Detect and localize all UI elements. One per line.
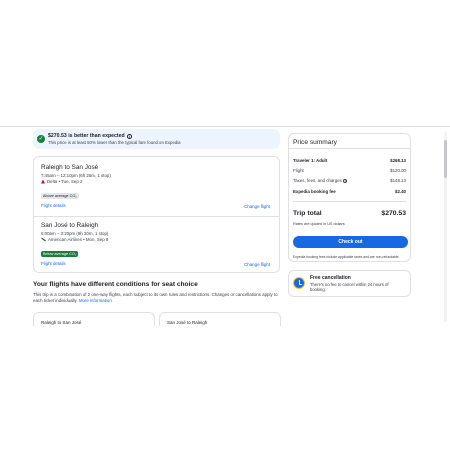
change-flight-link[interactable]: Change flight [244, 204, 270, 209]
co2-badge: Above average CO₂ [41, 193, 79, 199]
flight-segment-outbound: Raleigh to San José 7:45am – 12:10pm (6h… [41, 164, 111, 202]
segment-divider [34, 216, 279, 217]
airline-info: American Airlines • Mon, Sep 8 [41, 237, 108, 242]
co2-badge: Below average CO₂ [41, 251, 79, 257]
summary-row-booking-fee: Expedia booking fee $2.40 [293, 189, 406, 194]
flight-times: 6:00am – 3:20pm (9h 20m, 1 stop) [41, 231, 109, 236]
summary-divider [293, 201, 406, 202]
change-flight-link[interactable]: Change flight [244, 262, 270, 267]
row-value: $120.00 [390, 168, 406, 173]
airline-info: Delta • Tue, Sep 2 [41, 179, 111, 184]
rates-note: Rates are quoted in US dollars [293, 222, 345, 226]
flight-details-link[interactable]: Flight details [41, 203, 66, 208]
row-label: Taxes, fees, and charges [293, 178, 342, 183]
conditions-body: This trip is a combination of 2 one-way … [33, 292, 278, 304]
check-out-button[interactable]: Check out [293, 236, 408, 248]
price-insight-sub: This price is at least 50% lower than th… [48, 140, 181, 145]
row-label: Flight [293, 168, 304, 173]
clock-icon [293, 277, 305, 289]
conditions-text: This trip is a combination of 2 one-way … [33, 292, 283, 305]
conditions-card-label: Raleigh to San José [41, 320, 82, 325]
price-insight-banner: ✓ $270.53 is better than expected i This… [33, 129, 280, 149]
trip-total-label: Trip total [293, 210, 322, 217]
header-divider [0, 126, 450, 127]
conditions-card-return[interactable]: San José to Raleigh [159, 312, 281, 326]
scrollbar-thumb[interactable] [444, 140, 447, 178]
airline-date: American Airlines • Mon, Sep 8 [48, 237, 109, 242]
row-value: $268.13 [390, 158, 406, 163]
flights-card: Raleigh to San José 7:45am – 12:10pm (6h… [33, 156, 280, 273]
price-summary-title: Price summary [293, 139, 337, 146]
summary-row-flight: Flight $120.00 [293, 168, 406, 173]
info-icon[interactable]: i [342, 178, 348, 184]
price-insight-headline: $270.53 is better than expected [48, 133, 125, 139]
airline-date: Delta • Tue, Sep 2 [47, 179, 83, 184]
row-value: $148.13 [390, 178, 406, 183]
row-label: Expedia booking fee [293, 189, 336, 194]
conditions-card-outbound[interactable]: Raleigh to San José [33, 312, 155, 326]
american-airlines-logo-icon [41, 238, 46, 242]
flight-times: 7:45am – 12:10pm (6h 25m, 1 stop) [41, 173, 111, 178]
trip-total-value: $270.53 [381, 210, 406, 217]
summary-row-taxes: Taxes, fees, and charges i $148.13 [293, 178, 406, 184]
summary-row-traveler: Traveler 1: Adult $268.13 [293, 158, 406, 163]
row-label: Traveler 1: Adult [293, 158, 328, 163]
free-cancellation-card: Free cancellation There's no fee to canc… [288, 270, 411, 297]
summary-divider [289, 148, 410, 149]
check-circle-icon: ✓ [37, 135, 45, 143]
conditions-title: Your flights have different conditions f… [33, 281, 198, 288]
route-title: San José to Raleigh [41, 222, 99, 229]
conditions-card-label: San José to Raleigh [167, 320, 208, 325]
flight-segment-return: San José to Raleigh 6:00am – 3:20pm (9h … [41, 222, 108, 260]
free-cancellation-text: There's no fee to cancel within 24 hours… [310, 282, 389, 293]
info-icon[interactable]: i [126, 133, 132, 139]
delta-logo-icon [41, 179, 45, 184]
booking-fees-note: Expedia booking fees include applicable … [293, 255, 400, 259]
price-summary-card: Price summary Traveler 1: Adult $268.13 … [288, 133, 411, 262]
free-cancellation-title: Free cancellation [310, 275, 351, 281]
row-value: $2.40 [395, 189, 406, 194]
checkout-page: ✓ $270.53 is better than expected i This… [0, 126, 450, 326]
flight-details-link[interactable]: Flight details [41, 261, 66, 266]
route-title: Raleigh to San José [41, 164, 99, 171]
more-information-link[interactable]: More information [79, 298, 112, 303]
